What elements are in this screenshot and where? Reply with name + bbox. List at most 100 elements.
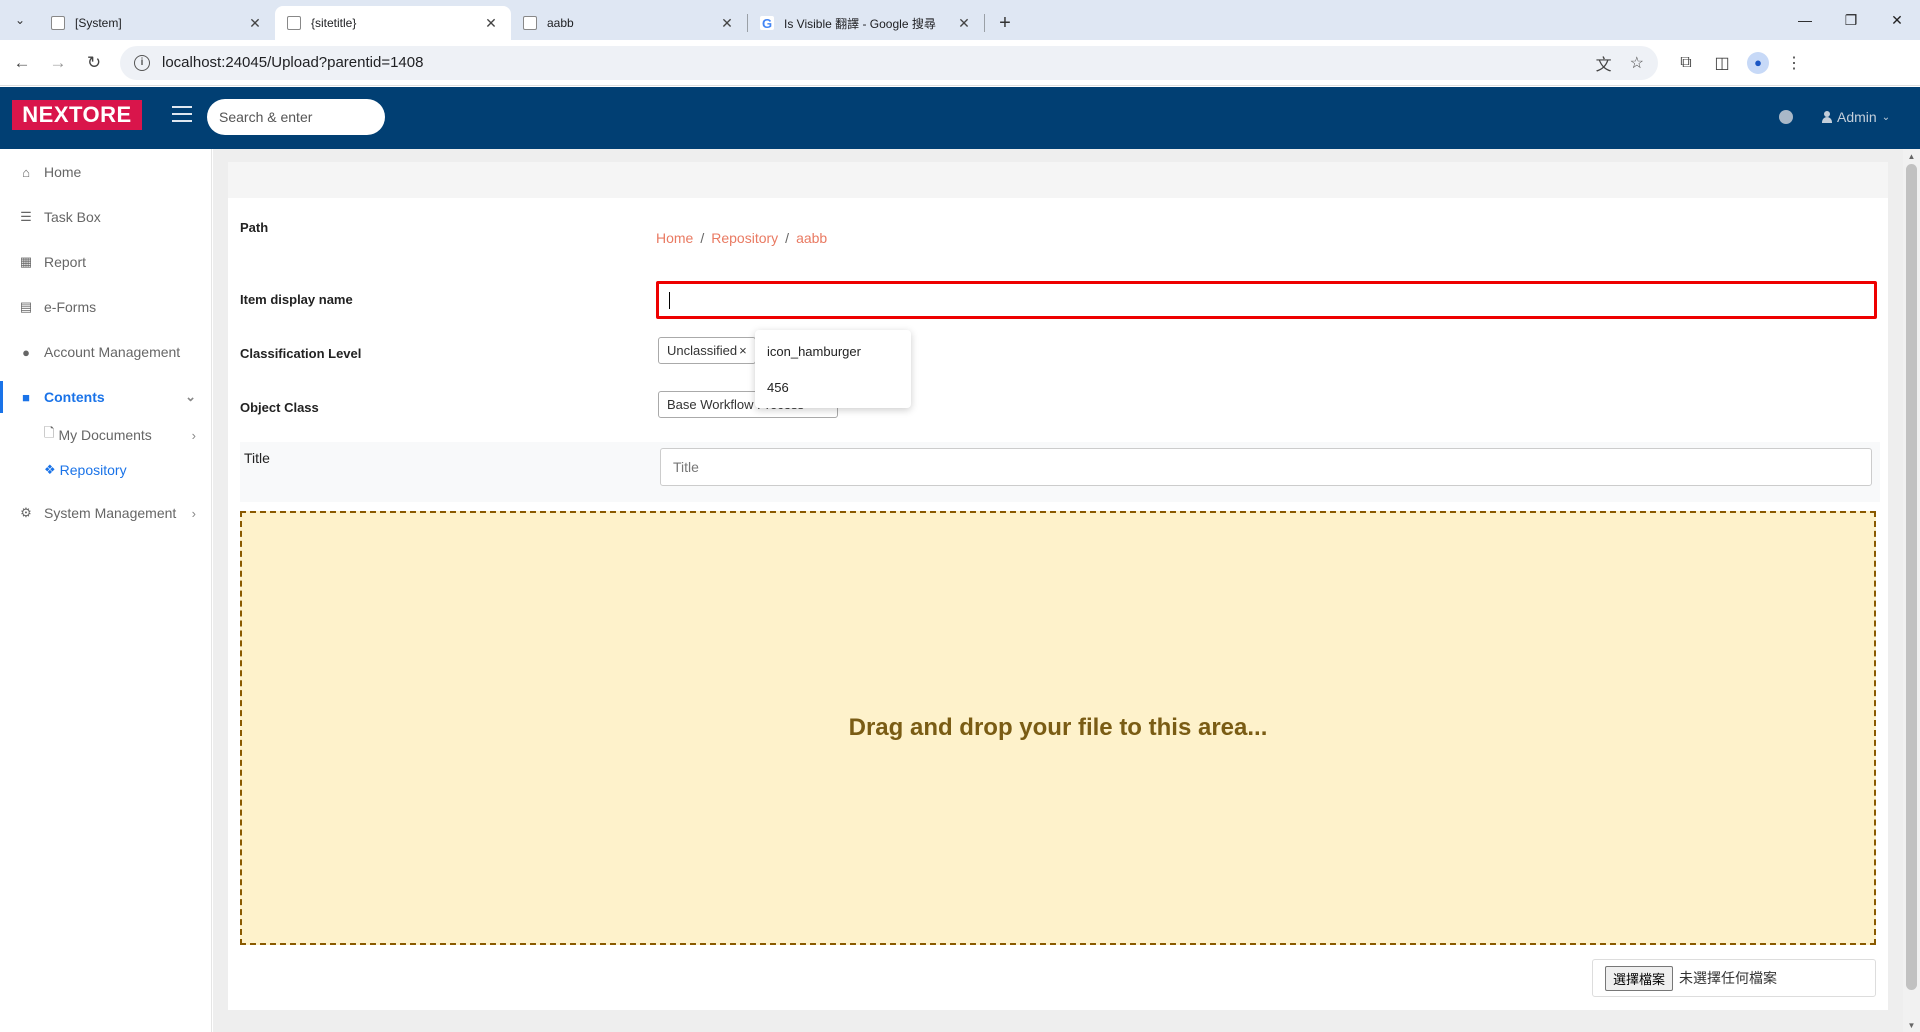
chevron-down-icon: ⌄ (1881, 111, 1891, 123)
file-input[interactable]: 選擇檔案 未選擇任何檔案 (1592, 959, 1876, 997)
side-panel-icon[interactable]: ◫ (1704, 53, 1740, 73)
minimize-icon[interactable]: — (1782, 0, 1828, 40)
reload-icon[interactable]: ↻ (76, 45, 112, 81)
classification-dropdown: icon_hamburger 456 (755, 330, 911, 408)
sidebar-item-e-forms[interactable]: ▤ e-Forms (0, 287, 212, 327)
file-dropzone[interactable]: Drag and drop your file to this area... (240, 511, 1876, 945)
hamburger-menu-icon[interactable] (172, 106, 192, 122)
form-icon: ▤ (19, 299, 33, 314)
classification-level-label: Classification Level (240, 346, 362, 361)
classification-value: Unclassified (667, 343, 738, 358)
user-menu[interactable]: Admin ⌄ (1822, 109, 1890, 125)
tab-close-icon[interactable]: ✕ (483, 15, 499, 32)
classification-tag[interactable]: Unclassified × (658, 337, 756, 364)
user-icon: ● (22, 344, 30, 360)
breadcrumb-home[interactable]: Home (656, 230, 693, 246)
page-favicon-icon (287, 16, 301, 30)
page-favicon-icon (523, 16, 537, 30)
breadcrumb-separator: / (700, 230, 705, 246)
sidebar-item-label: Account Management (44, 344, 181, 360)
tab-close-icon[interactable]: ✕ (247, 15, 263, 32)
globe-icon[interactable] (1779, 110, 1793, 124)
sidebar-item-label: Contents (44, 389, 105, 405)
browser-tab-strip: ⌄ [System] ✕ {sitetitle} ✕ aabb ✕ G Is V… (0, 0, 1920, 40)
choose-file-button[interactable]: 選擇檔案 (1605, 965, 1674, 991)
extensions-icon[interactable]: ⧉ (1668, 54, 1704, 72)
dropdown-option[interactable]: icon_hamburger (755, 334, 911, 368)
bookmark-star-icon[interactable]: ☆ (1630, 53, 1644, 73)
sidebar-item-label: Repository (59, 462, 127, 478)
close-window-icon[interactable]: ✕ (1874, 0, 1920, 40)
object-class-label: Object Class (240, 400, 319, 415)
sidebar-item-task-box[interactable]: ☰ Task Box (0, 197, 212, 237)
tab-close-icon[interactable]: ✕ (956, 15, 972, 32)
tab-divider (984, 14, 985, 32)
folder-icon: ■ (22, 389, 30, 405)
browser-menu-icon[interactable]: ⋮ (1776, 53, 1812, 73)
scrollbar-thumb[interactable] (1906, 164, 1917, 990)
sidebar-item-label: System Management (44, 505, 177, 521)
page-favicon-icon (51, 16, 65, 30)
item-display-name-input[interactable] (656, 281, 1877, 319)
sidebar-item-contents[interactable]: ■ Contents ⌄ (0, 377, 212, 417)
file-icon: 🗋 (44, 425, 55, 440)
sidebar-item-report[interactable]: ▦ Report (0, 242, 212, 282)
sidebar: ⌂ Home ☰ Task Box ▦ Report ▤ e-Forms ● A… (0, 149, 212, 1032)
browser-tab-active[interactable]: {sitetitle} ✕ (275, 6, 511, 40)
page-scrollbar[interactable]: ▲ ▼ (1903, 149, 1920, 1032)
breadcrumb-repository[interactable]: Repository (711, 230, 778, 246)
tab-title: aabb (547, 16, 574, 30)
google-favicon-icon: G (760, 15, 774, 31)
main-content: Path Home / Repository / aabb Item display n… (213, 149, 1903, 1032)
breadcrumb-current[interactable]: aabb (796, 230, 827, 246)
site-info-icon[interactable]: i (134, 54, 150, 71)
sidebar-item-repository[interactable]: ❖ Repository (44, 455, 212, 485)
title-input[interactable] (660, 448, 1872, 486)
breadcrumb-separator: / (785, 230, 790, 246)
back-icon[interactable]: ← (4, 45, 40, 81)
browser-tab[interactable]: G Is Visible 翻譯 - Google 搜尋 ✕ (748, 6, 984, 40)
profile-avatar-icon[interactable]: ● (1747, 51, 1769, 74)
dropdown-option[interactable]: 456 (755, 370, 911, 404)
sidebar-item-account-management[interactable]: ● Account Management (0, 332, 212, 372)
scroll-down-icon[interactable]: ▼ (1903, 1018, 1920, 1032)
search-input[interactable] (207, 99, 385, 135)
cogs-icon: ⚙ (20, 505, 32, 520)
breadcrumb: Home / Repository / aabb (656, 230, 827, 246)
sidebar-item-label: Report (44, 254, 87, 270)
tab-title: Is Visible 翻譯 - Google 搜尋 (784, 16, 936, 31)
browser-toolbar: ← → ↻ i localhost:24045/Upload?parentid=… (0, 40, 1920, 86)
sidebar-item-system-management[interactable]: ⚙ System Management › (0, 493, 212, 533)
dropbox-icon: ❖ (44, 462, 56, 477)
tasks-icon: ☰ (20, 209, 32, 224)
sidebar-item-label: e-Forms (44, 299, 97, 315)
tab-title: [System] (75, 16, 122, 30)
home-icon: ⌂ (22, 164, 30, 180)
nextore-logo[interactable]: NEXTORE (12, 100, 142, 130)
forward-icon[interactable]: → (40, 45, 76, 81)
title-row: Title (240, 442, 1880, 502)
chevron-right-icon: › (191, 427, 196, 443)
tab-close-icon[interactable]: ✕ (719, 15, 735, 32)
tab-search-button[interactable]: ⌄ (7, 7, 33, 33)
sidebar-item-home[interactable]: ⌂ Home (0, 152, 212, 192)
browser-tab[interactable]: [System] ✕ (39, 6, 275, 40)
remove-tag-icon[interactable]: × (739, 343, 747, 358)
restore-icon[interactable]: ❐ (1828, 0, 1874, 40)
scroll-up-icon[interactable]: ▲ (1903, 149, 1920, 163)
url-text: localhost:24045/Upload?parentid=1408 (162, 54, 424, 71)
table-icon: ▦ (19, 254, 33, 269)
app-header: NEXTORE Admin ⌄ (0, 87, 1920, 149)
translate-icon[interactable]: 文 (1596, 51, 1612, 75)
upload-form-card: Path Home / Repository / aabb Item display n… (228, 162, 1888, 1010)
browser-tab[interactable]: aabb ✕ (511, 6, 747, 40)
window-controls: — ❐ ✕ (1782, 0, 1920, 40)
tab-title: {sitetitle} (311, 16, 357, 30)
chevron-down-icon: ⌄ (185, 389, 196, 404)
item-display-name-label: Item display name (240, 292, 353, 307)
address-bar[interactable]: i localhost:24045/Upload?parentid=1408 文… (120, 45, 1658, 80)
new-tab-button[interactable]: + (991, 9, 1019, 37)
sidebar-item-my-documents[interactable]: 🗋 My Documents › (44, 420, 212, 450)
sidebar-item-label: Home (44, 164, 82, 180)
text-caret (669, 292, 670, 309)
